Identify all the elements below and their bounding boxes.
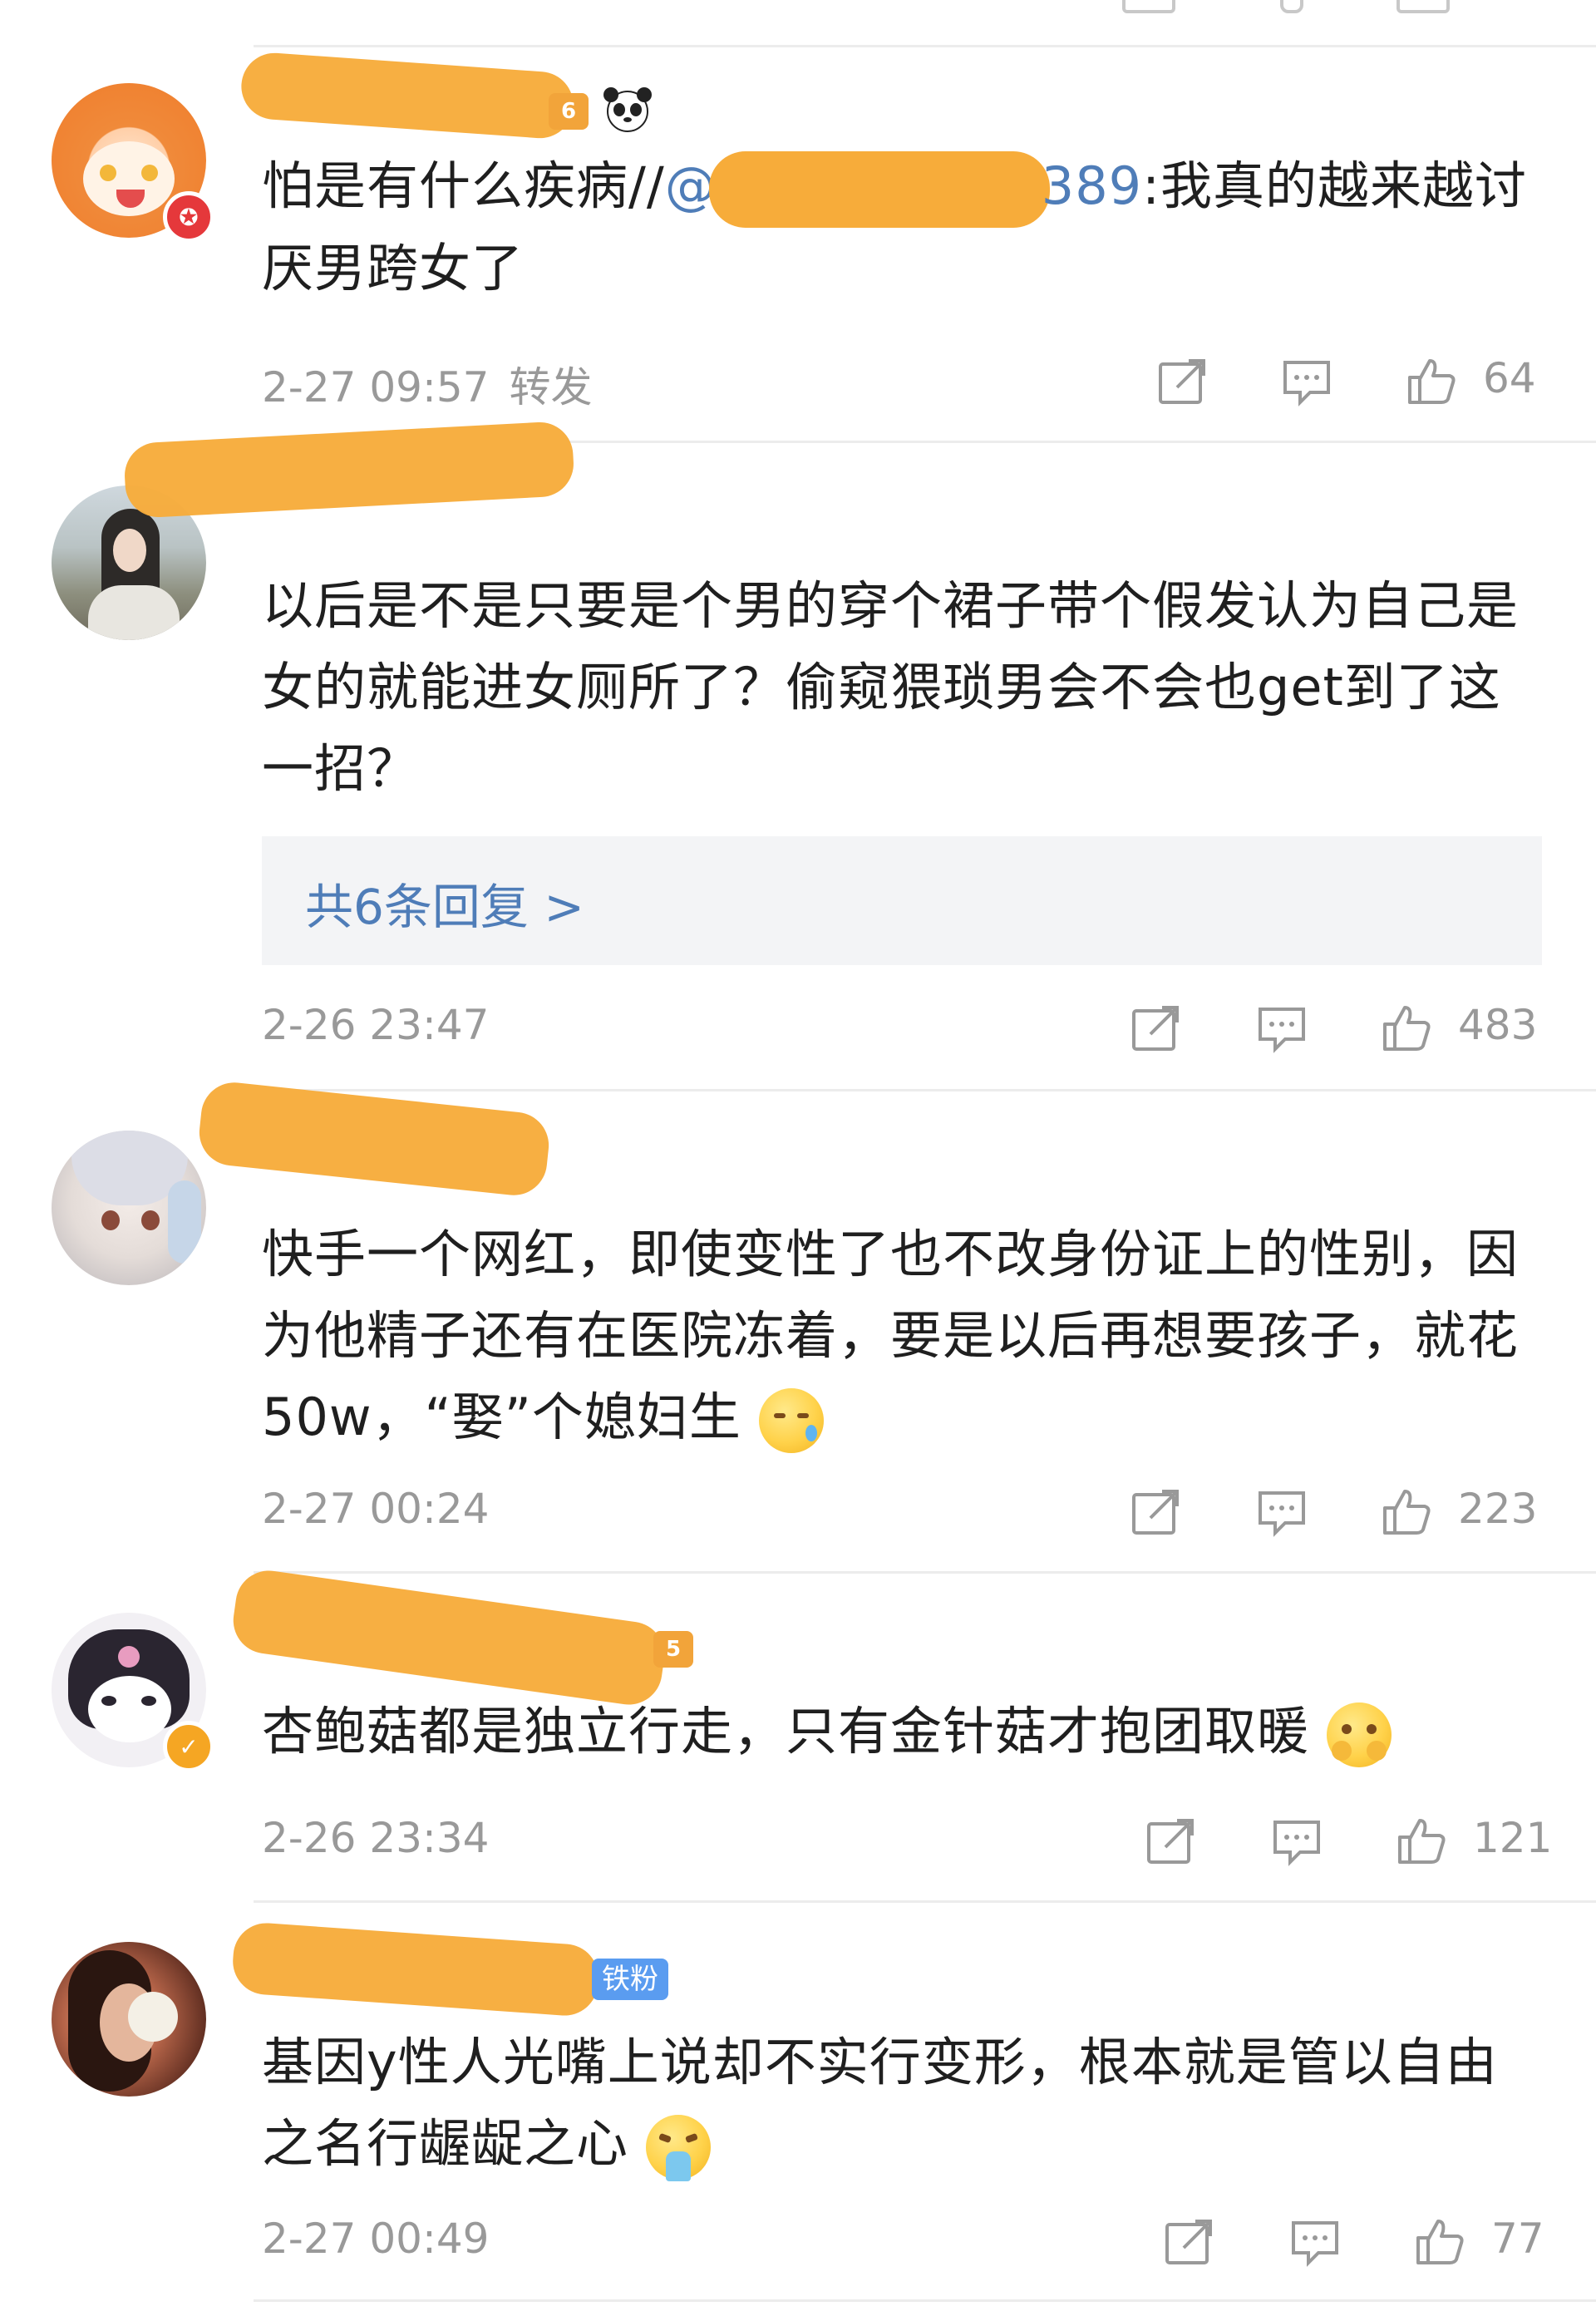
divider <box>254 45 1596 47</box>
verified-badge-icon: ✓ <box>163 1721 214 1772</box>
comment-button[interactable] <box>1255 1486 1308 1540</box>
comment-time: 2-27 09:57 <box>262 363 490 411</box>
comment-meta: 2-27 00:49 <box>262 2215 489 2263</box>
divider <box>254 1571 1596 1574</box>
hugging-emoji-icon <box>1326 1702 1392 1767</box>
like-count: 121 <box>1473 1814 1553 1862</box>
share-icon <box>1132 1006 1179 1051</box>
level-badge-icon: 6 <box>549 93 589 130</box>
like-button[interactable] <box>1405 354 1458 407</box>
comment-meta: 2-26 23:34 <box>262 1814 489 1862</box>
comment-time: 2-27 00:49 <box>262 2215 490 2263</box>
share-icon <box>1132 1490 1179 1535</box>
thumbs-up-icon <box>1383 1006 1431 1051</box>
comment-icon <box>1259 1008 1305 1053</box>
vomiting-emoji-icon <box>645 2114 711 2181</box>
like-button[interactable] <box>1380 1001 1433 1054</box>
thumbs-up-icon <box>1416 2220 1464 2264</box>
replies-box[interactable]: 共6条回复 > <box>262 836 1542 965</box>
comment-button[interactable] <box>1280 356 1333 409</box>
thumbs-up-icon <box>1383 1490 1431 1535</box>
comment-text: 杏鲍菇都是独立行走，只有金针菇才抱团取暖 <box>262 1691 1542 1772</box>
comment-text: 以后是不是只要是个男的穿个裙子带个假发认为自己是女的就能进女厕所了？偷窥猥琐男会… <box>262 575 1520 799</box>
like-count: 223 <box>1458 1485 1538 1533</box>
comment-icon <box>1273 1821 1320 1866</box>
share-icon <box>1147 1819 1194 1864</box>
share-icon <box>1165 2220 1212 2264</box>
comment-text-part: 基因y性人光嘴上说却不实行变形，根本就是管以自由之名行龌龊之心 <box>262 2032 1498 2174</box>
thumbs-up-icon <box>1398 1819 1446 1864</box>
comment-time: 2-26 23:47 <box>262 1001 490 1049</box>
comment-time: 2-27 00:24 <box>262 1485 490 1533</box>
sweat-emoji-icon <box>758 1387 824 1453</box>
avatar[interactable] <box>52 1942 206 2097</box>
comment-meta: 2-27 09:57 转发 <box>262 354 592 414</box>
username-redacted[interactable] <box>195 1079 553 1199</box>
comment-text: 怕是有什么疾病//@ 389:我真的越来越讨厌男跨女了 <box>262 145 1542 309</box>
comment-feed: ✪ 6 怕是有什么疾病//@ 389:我真的越来越讨厌男跨女了 2-27 09:5… <box>0 0 1596 2311</box>
like-button[interactable] <box>1380 1485 1433 1538</box>
username-redacted[interactable] <box>123 420 575 520</box>
username-redacted[interactable] <box>229 1566 669 1709</box>
comment-text: 快手一个网红，即使变性了也不改身份证上的性别，因为他精子还有在医院冻着，要是以后… <box>262 1214 1542 1458</box>
comment-icon <box>1259 1491 1305 1537</box>
share-icon <box>1159 359 1205 404</box>
like-button[interactable] <box>1395 1814 1448 1867</box>
comment-meta: 2-26 23:47 <box>262 1001 489 1049</box>
mention-link[interactable]: @389 <box>665 150 1143 228</box>
share-button[interactable] <box>1144 1816 1197 1869</box>
view-replies-link[interactable]: 共6条回复 > <box>305 868 584 938</box>
share-button[interactable] <box>1155 356 1209 409</box>
comment-time: 2-26 23:34 <box>262 1814 490 1862</box>
share-button[interactable] <box>1129 1486 1182 1540</box>
like-count: 64 <box>1483 354 1536 402</box>
panda-icon <box>603 87 652 132</box>
comment-text: 基因y性人光嘴上说却不实行变形，根本就是管以自由之名行龌龊之心 <box>262 2022 1542 2185</box>
like-count: 483 <box>1458 1001 1538 1049</box>
comment-text-part: 怕是有什么疾病// <box>262 155 665 216</box>
comment-icon <box>1292 2221 1338 2267</box>
comment-meta: 2-27 00:24 <box>262 1485 489 1533</box>
comment-button[interactable] <box>1270 1816 1323 1869</box>
previous-actions-remnant <box>1081 0 1463 17</box>
like-button[interactable] <box>1413 2215 1466 2268</box>
verified-badge-icon: ✪ <box>163 191 214 243</box>
comment-source: 转发 <box>509 363 593 411</box>
comment-icon <box>1283 361 1330 407</box>
thumbs-up-icon <box>1408 359 1456 404</box>
share-button[interactable] <box>1162 2216 1215 2269</box>
avatar[interactable] <box>52 1131 206 1285</box>
mention-redacted <box>708 150 1050 228</box>
like-count: 77 <box>1491 2215 1544 2263</box>
mention-suffix: 389 <box>1041 155 1143 216</box>
comment-button[interactable] <box>1288 2216 1342 2269</box>
divider <box>254 1089 1596 1091</box>
divider <box>254 1900 1596 1903</box>
comment-button[interactable] <box>1255 1003 1308 1056</box>
comment-text-part: 杏鲍菇都是独立行走，只有金针菇才抱团取暖 <box>262 1701 1310 1762</box>
username-redacted[interactable] <box>239 51 576 140</box>
fan-badge: 铁粉 <box>592 1959 668 2000</box>
divider <box>254 2299 1596 2302</box>
username-redacted[interactable] <box>230 1920 601 2018</box>
comment-text-part: 快手一个网红，即使变性了也不改身份证上的性别，因为他精子还有在医院冻着，要是以后… <box>262 1224 1520 1447</box>
share-button[interactable] <box>1129 1003 1182 1056</box>
level-badge-icon: 5 <box>653 1631 693 1668</box>
